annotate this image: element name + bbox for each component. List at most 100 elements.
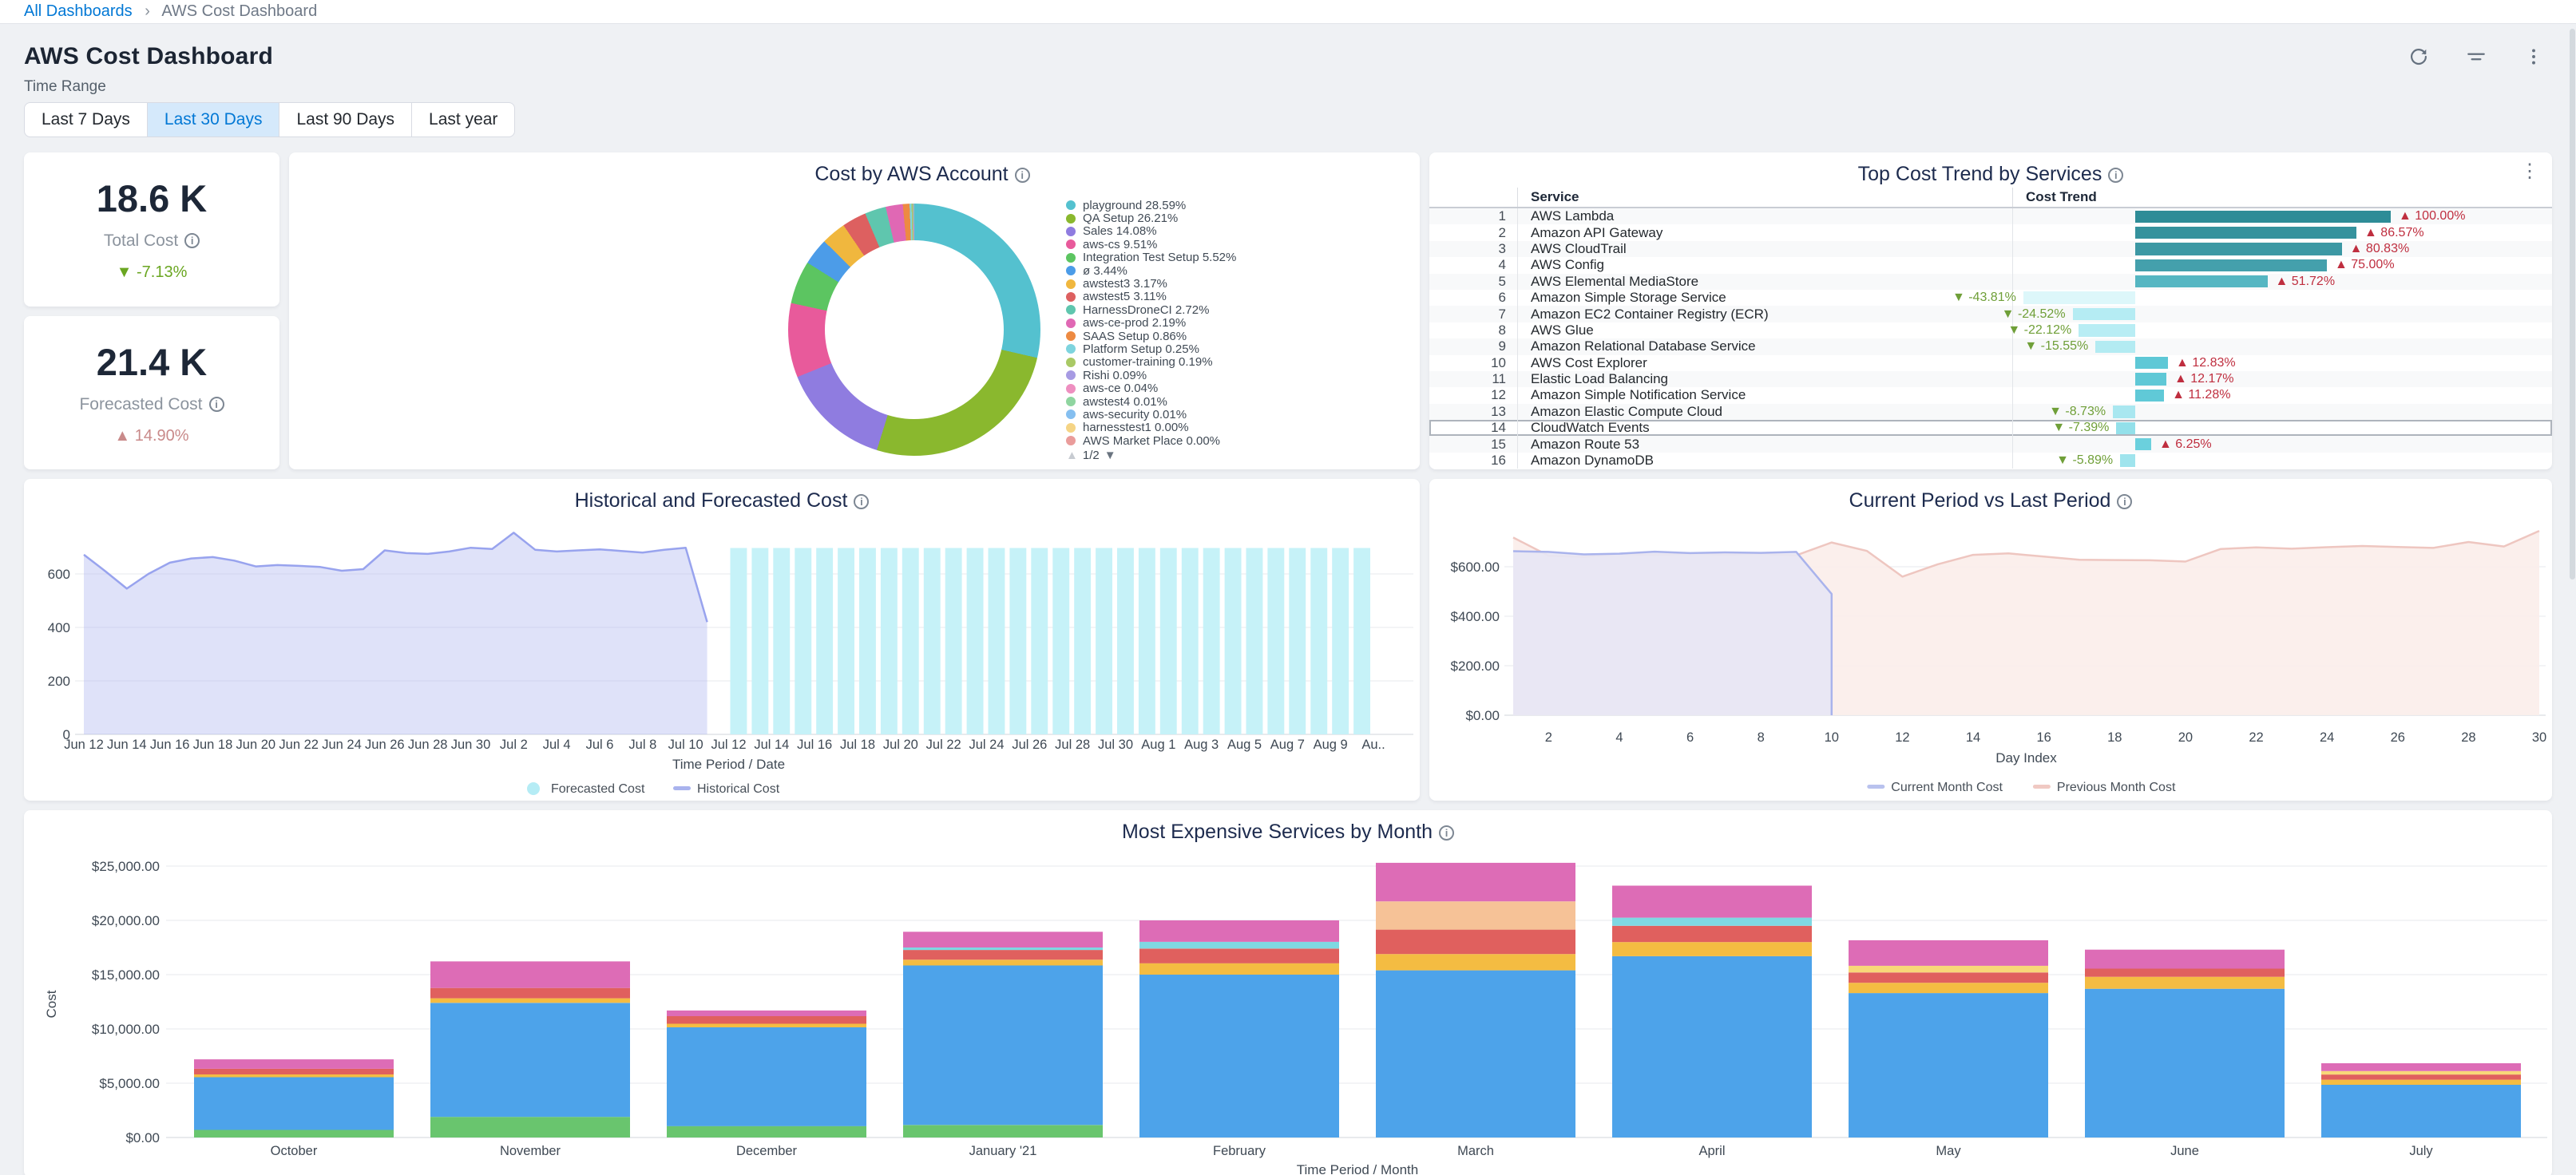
donut-legend-item[interactable]: aws-cs 9.51% bbox=[1066, 238, 1236, 251]
panel-more-vertical-icon[interactable]: ⋮ bbox=[2520, 164, 2539, 180]
cost-by-account-donut-chart[interactable] bbox=[788, 204, 1040, 456]
table-row[interactable]: 3AWS CloudTrail▲ 80.83% bbox=[1429, 241, 2552, 257]
red-segment[interactable] bbox=[1376, 930, 1575, 955]
pink-segment[interactable] bbox=[903, 932, 1103, 948]
info-icon[interactable]: i bbox=[209, 397, 224, 412]
donut-legend-item[interactable]: Platform Setup 0.25% bbox=[1066, 342, 1236, 355]
donut-legend-item[interactable]: Rishi 0.09% bbox=[1066, 369, 1236, 382]
breadcrumb-all-dashboards-link[interactable]: All Dashboards bbox=[24, 2, 133, 20]
red-segment[interactable] bbox=[2085, 969, 2285, 977]
yellow-segment[interactable] bbox=[1139, 963, 1339, 975]
table-row[interactable]: 11Elastic Load Balancing▲ 12.17% bbox=[1429, 371, 2552, 387]
green-segment[interactable] bbox=[194, 1130, 394, 1138]
table-row[interactable]: 5AWS Elemental MediaStore▲ 51.72% bbox=[1429, 274, 2552, 290]
table-row[interactable]: 12Amazon Simple Notification Service▲ 11… bbox=[1429, 387, 2552, 403]
pink-segment[interactable] bbox=[194, 1059, 394, 1069]
legend-page-down-icon[interactable]: ▼ bbox=[1104, 449, 1116, 462]
green-segment[interactable] bbox=[430, 1117, 630, 1137]
donut-legend-item[interactable]: aws-security 0.01% bbox=[1066, 408, 1236, 421]
pink-segment[interactable] bbox=[1139, 920, 1339, 942]
cyan-segment[interactable] bbox=[903, 948, 1103, 950]
blue-segment[interactable] bbox=[430, 1003, 630, 1117]
table-row[interactable]: 9Amazon Relational Database Service▼ -15… bbox=[1429, 338, 2552, 354]
historical-forecasted-chart[interactable]: 6004002000Jun 12Jun 14Jun 16Jun 18Jun 20… bbox=[24, 505, 1420, 801]
donut-legend-item[interactable]: Sales 14.08% bbox=[1066, 225, 1236, 238]
blue-segment[interactable] bbox=[1139, 975, 1339, 1137]
donut-legend-item[interactable]: aws-ce 0.04% bbox=[1066, 382, 1236, 394]
cyan-segment[interactable] bbox=[1612, 918, 1812, 926]
pink-segment[interactable] bbox=[2321, 1063, 2521, 1071]
cyan-segment[interactable] bbox=[1139, 942, 1339, 948]
table-row[interactable]: 7Amazon EC2 Container Registry (ECR)▼ -2… bbox=[1429, 306, 2552, 322]
donut-legend-item[interactable]: aws-ce-prod 2.19% bbox=[1066, 317, 1236, 330]
table-row[interactable]: 15Amazon Route 53▲ 6.25% bbox=[1429, 436, 2552, 452]
red-segment[interactable] bbox=[667, 1016, 866, 1024]
service-column-header[interactable]: Service bbox=[1517, 188, 2012, 207]
scrollbar[interactable] bbox=[2570, 29, 2575, 580]
pink-segment[interactable] bbox=[2085, 950, 2285, 969]
blue-segment[interactable] bbox=[2085, 989, 2285, 1137]
light-yellow-segment[interactable] bbox=[2321, 1071, 2521, 1074]
pink-segment[interactable] bbox=[667, 1011, 866, 1016]
table-row[interactable]: 16Amazon DynamoDB▼ -5.89% bbox=[1429, 453, 2552, 469]
donut-legend-item[interactable]: QA Setup 26.21% bbox=[1066, 212, 1236, 224]
info-icon[interactable]: i bbox=[184, 233, 200, 248]
filter-icon[interactable] bbox=[2466, 46, 2487, 67]
yellow-segment[interactable] bbox=[1849, 983, 2048, 993]
green-segment[interactable] bbox=[903, 1125, 1103, 1137]
red-segment[interactable] bbox=[1139, 948, 1339, 963]
table-row[interactable]: 13Amazon Elastic Compute Cloud▼ -8.73% bbox=[1429, 404, 2552, 420]
yellow-segment[interactable] bbox=[2085, 977, 2285, 989]
blue-segment[interactable] bbox=[1376, 971, 1575, 1137]
red-segment[interactable] bbox=[430, 988, 630, 999]
red-segment[interactable] bbox=[1849, 972, 2048, 983]
pink-segment[interactable] bbox=[1849, 940, 2048, 966]
donut-legend-item[interactable]: SAAS Setup 0.86% bbox=[1066, 330, 1236, 342]
donut-legend-item[interactable]: awstest3 3.17% bbox=[1066, 277, 1236, 290]
info-icon[interactable]: i bbox=[2108, 168, 2123, 183]
time-range-last-7-days-button[interactable]: Last 7 Days bbox=[24, 102, 148, 137]
table-row[interactable]: 1AWS Lambda▲ 100.00% bbox=[1429, 208, 2552, 224]
pink-segment[interactable] bbox=[1376, 863, 1575, 901]
red-segment[interactable] bbox=[1612, 926, 1812, 942]
time-range-last-90-days-button[interactable]: Last 90 Days bbox=[279, 102, 412, 137]
peach-segment[interactable] bbox=[1376, 901, 1575, 929]
donut-legend-item[interactable]: ø 3.44% bbox=[1066, 264, 1236, 277]
blue-segment[interactable] bbox=[2321, 1085, 2521, 1137]
table-row[interactable]: 6Amazon Simple Storage Service▼ -43.81% bbox=[1429, 290, 2552, 306]
donut-legend-item[interactable]: awstest5 3.11% bbox=[1066, 291, 1236, 303]
blue-segment[interactable] bbox=[194, 1078, 394, 1130]
green-segment[interactable] bbox=[667, 1126, 866, 1137]
yellow-segment[interactable] bbox=[903, 959, 1103, 965]
blue-segment[interactable] bbox=[903, 965, 1103, 1125]
light-yellow-segment[interactable] bbox=[1849, 966, 2048, 972]
pink-segment[interactable] bbox=[430, 961, 630, 987]
current-vs-last-chart[interactable]: $600.00$400.00$200.00$0.0024681012141618… bbox=[1429, 505, 2552, 801]
blue-segment[interactable] bbox=[1849, 993, 2048, 1137]
table-row[interactable]: 14CloudWatch Events▼ -7.39% bbox=[1429, 420, 2552, 436]
monthly-stacked-bar-chart[interactable]: $25,000.00$20,000.00$15,000.00$10,000.00… bbox=[24, 837, 2552, 1175]
legend-page-up-icon[interactable]: ▲ bbox=[1066, 449, 1078, 462]
blue-segment[interactable] bbox=[667, 1027, 866, 1126]
blue-segment[interactable] bbox=[1612, 956, 1812, 1137]
yellow-segment[interactable] bbox=[1612, 942, 1812, 956]
yellow-segment[interactable] bbox=[1376, 954, 1575, 970]
donut-legend-item[interactable]: awstest4 0.01% bbox=[1066, 395, 1236, 408]
donut-legend-item[interactable]: customer-training 0.19% bbox=[1066, 356, 1236, 369]
donut-legend-item[interactable]: harnesstest1 0.00% bbox=[1066, 421, 1236, 434]
more-vertical-icon[interactable] bbox=[2523, 46, 2544, 67]
donut-legend-item[interactable]: AWS Market Place 0.00% bbox=[1066, 434, 1236, 447]
yellow-segment[interactable] bbox=[194, 1074, 394, 1078]
red-segment[interactable] bbox=[903, 950, 1103, 959]
donut-legend-item[interactable]: Integration Test Setup 5.52% bbox=[1066, 251, 1236, 264]
yellow-segment[interactable] bbox=[2321, 1080, 2521, 1085]
time-range-last-year-button[interactable]: Last year bbox=[411, 102, 515, 137]
refresh-icon[interactable] bbox=[2408, 46, 2429, 67]
table-row[interactable]: 8AWS Glue▼ -22.12% bbox=[1429, 322, 2552, 338]
table-row[interactable]: 10AWS Cost Explorer▲ 12.83% bbox=[1429, 355, 2552, 371]
table-row[interactable]: 2Amazon API Gateway▲ 86.57% bbox=[1429, 224, 2552, 240]
yellow-segment[interactable] bbox=[667, 1024, 866, 1028]
donut-legend-item[interactable]: playground 28.59% bbox=[1066, 199, 1236, 212]
info-icon[interactable]: i bbox=[1015, 168, 1030, 183]
time-range-last-30-days-button[interactable]: Last 30 Days bbox=[147, 102, 280, 137]
